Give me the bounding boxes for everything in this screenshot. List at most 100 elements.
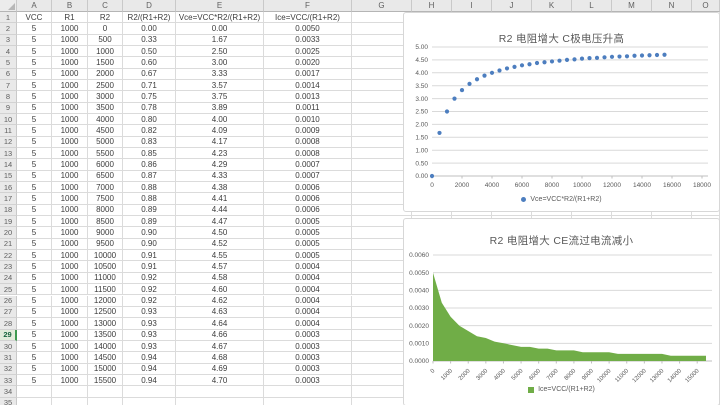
cell-D14[interactable]: 0.86: [123, 159, 176, 170]
cell-E8[interactable]: 3.75: [176, 91, 264, 102]
cell-D21[interactable]: 0.90: [123, 239, 176, 250]
cell-C16[interactable]: 7000: [88, 182, 123, 193]
cell-C9[interactable]: 3500: [88, 103, 123, 114]
cell-D23[interactable]: 0.91: [123, 261, 176, 272]
cell-B20[interactable]: 1000: [52, 227, 88, 238]
cell-D15[interactable]: 0.87: [123, 171, 176, 182]
cell-C27[interactable]: 12500: [88, 307, 123, 318]
cell-D10[interactable]: 0.80: [123, 114, 176, 125]
cell-A14[interactable]: 5: [17, 159, 52, 170]
row-header-31[interactable]: 31: [0, 352, 17, 363]
cell-D5[interactable]: 0.60: [123, 57, 176, 68]
column-header-N[interactable]: N: [652, 0, 692, 12]
cell-F26[interactable]: 0.0004: [264, 296, 352, 307]
column-header-O[interactable]: O: [692, 0, 720, 12]
cell-E35[interactable]: [176, 398, 264, 405]
cell-E32[interactable]: 4.69: [176, 364, 264, 375]
cell-C15[interactable]: 6500: [88, 171, 123, 182]
cell-B33[interactable]: 1000: [52, 375, 88, 386]
row-header-8[interactable]: 8: [0, 91, 17, 102]
cell-A15[interactable]: 5: [17, 171, 52, 182]
cell-C33[interactable]: 15500: [88, 375, 123, 386]
cell-B6[interactable]: 1000: [52, 69, 88, 80]
cell-E25[interactable]: 4.60: [176, 284, 264, 295]
cell-F10[interactable]: 0.0010: [264, 114, 352, 125]
row-header-22[interactable]: 22: [0, 250, 17, 261]
cell-D32[interactable]: 0.94: [123, 364, 176, 375]
column-header-H[interactable]: H: [412, 0, 452, 12]
cell-D35[interactable]: [123, 398, 176, 405]
cell-E21[interactable]: 4.52: [176, 239, 264, 250]
cell-B35[interactable]: [52, 398, 88, 405]
cell-B12[interactable]: 1000: [52, 137, 88, 148]
cell-D9[interactable]: 0.78: [123, 103, 176, 114]
cell-C12[interactable]: 5000: [88, 137, 123, 148]
cell-E9[interactable]: 3.89: [176, 103, 264, 114]
cell-F2[interactable]: 0.0050: [264, 23, 352, 34]
cell-A4[interactable]: 5: [17, 46, 52, 57]
cell-F32[interactable]: 0.0003: [264, 364, 352, 375]
row-header-14[interactable]: 14: [0, 159, 17, 170]
cell-A21[interactable]: 5: [17, 239, 52, 250]
cell-B19[interactable]: 1000: [52, 216, 88, 227]
cell-B32[interactable]: 1000: [52, 364, 88, 375]
cell-D1[interactable]: R2/(R1+R2): [123, 12, 176, 23]
cell-F11[interactable]: 0.0009: [264, 125, 352, 136]
cell-F24[interactable]: 0.0004: [264, 273, 352, 284]
cell-B5[interactable]: 1000: [52, 57, 88, 68]
cell-A3[interactable]: 5: [17, 35, 52, 46]
row-header-35[interactable]: 35: [0, 398, 17, 405]
cell-D24[interactable]: 0.92: [123, 273, 176, 284]
cell-C19[interactable]: 8500: [88, 216, 123, 227]
cell-A18[interactable]: 5: [17, 205, 52, 216]
cell-B15[interactable]: 1000: [52, 171, 88, 182]
cell-A19[interactable]: 5: [17, 216, 52, 227]
cell-D33[interactable]: 0.94: [123, 375, 176, 386]
cell-A32[interactable]: 5: [17, 364, 52, 375]
cell-E17[interactable]: 4.41: [176, 193, 264, 204]
cell-F21[interactable]: 0.0005: [264, 239, 352, 250]
cell-C25[interactable]: 11500: [88, 284, 123, 295]
cell-A1[interactable]: VCC: [17, 12, 52, 23]
row-header-10[interactable]: 10: [0, 114, 17, 125]
cell-A27[interactable]: 5: [17, 307, 52, 318]
cell-B10[interactable]: 1000: [52, 114, 88, 125]
row-header-24[interactable]: 24: [0, 273, 17, 284]
cell-C14[interactable]: 6000: [88, 159, 123, 170]
column-header-F[interactable]: F: [264, 0, 352, 12]
column-header-D[interactable]: D: [123, 0, 176, 12]
row-header-19[interactable]: 19: [0, 216, 17, 227]
cell-E19[interactable]: 4.47: [176, 216, 264, 227]
cell-A31[interactable]: 5: [17, 352, 52, 363]
cell-F16[interactable]: 0.0006: [264, 182, 352, 193]
cell-F17[interactable]: 0.0006: [264, 193, 352, 204]
cell-D20[interactable]: 0.90: [123, 227, 176, 238]
cell-A28[interactable]: 5: [17, 318, 52, 329]
cell-E16[interactable]: 4.38: [176, 182, 264, 193]
cell-A35[interactable]: [17, 398, 52, 405]
cell-D27[interactable]: 0.93: [123, 307, 176, 318]
cell-E15[interactable]: 4.33: [176, 171, 264, 182]
cell-E33[interactable]: 4.70: [176, 375, 264, 386]
cell-A33[interactable]: 5: [17, 375, 52, 386]
area-chart-ice[interactable]: R2 电阻增大 CE流过电流减小 0.00000.00100.00200.003…: [403, 218, 720, 405]
cell-C4[interactable]: 1000: [88, 46, 123, 57]
cell-D30[interactable]: 0.93: [123, 341, 176, 352]
cell-A2[interactable]: 5: [17, 23, 52, 34]
cell-B26[interactable]: 1000: [52, 296, 88, 307]
row-header-16[interactable]: 16: [0, 182, 17, 193]
cell-D8[interactable]: 0.75: [123, 91, 176, 102]
cell-B31[interactable]: 1000: [52, 352, 88, 363]
row-header-6[interactable]: 6: [0, 69, 17, 80]
cell-B14[interactable]: 1000: [52, 159, 88, 170]
cell-A26[interactable]: 5: [17, 296, 52, 307]
cell-D22[interactable]: 0.91: [123, 250, 176, 261]
cell-F9[interactable]: 0.0011: [264, 103, 352, 114]
cell-C5[interactable]: 1500: [88, 57, 123, 68]
cell-E5[interactable]: 3.00: [176, 57, 264, 68]
row-header-27[interactable]: 27: [0, 307, 17, 318]
cell-C7[interactable]: 2500: [88, 80, 123, 91]
row-header-23[interactable]: 23: [0, 261, 17, 272]
row-header-13[interactable]: 13: [0, 148, 17, 159]
row-header-34[interactable]: 34: [0, 386, 17, 397]
